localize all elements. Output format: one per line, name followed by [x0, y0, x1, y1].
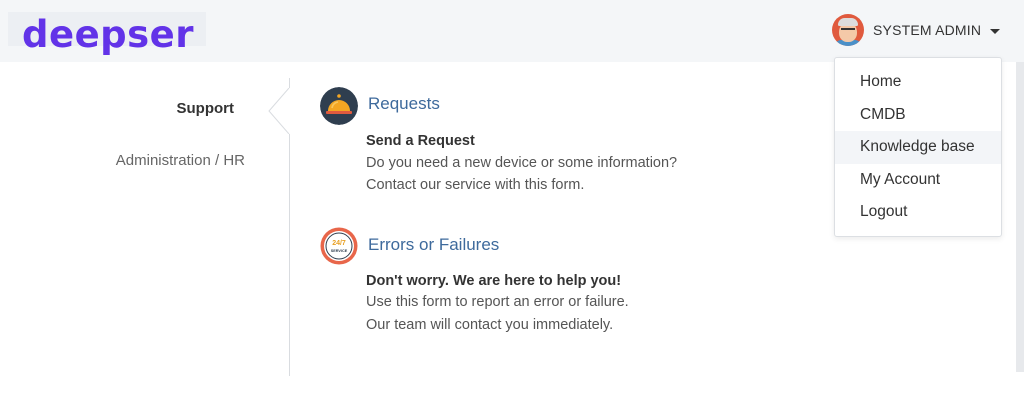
caret-down-icon[interactable] [990, 28, 1001, 34]
menu-item-cmdb[interactable]: CMDB [835, 99, 1001, 132]
service-title-errors-failures[interactable]: Errors or Failures [368, 235, 499, 255]
category-sidebar: Support Administration / HR [0, 62, 290, 414]
menu-item-logout[interactable]: Logout [835, 196, 1001, 229]
deepser-logo[interactable]: deepser [22, 16, 194, 53]
menu-item-home[interactable]: Home [835, 66, 1001, 99]
icon-text-24-7: 24/7 [332, 240, 346, 247]
menu-item-knowledge-base[interactable]: Knowledge base [835, 131, 1001, 164]
user-dropdown-menu: Home CMDB Knowledge base My Account Logo… [834, 57, 1002, 237]
sidebar-item-support[interactable]: Support [177, 100, 235, 117]
service-description-line: Our team will contact you immediately. [366, 317, 614, 333]
24-7-service-icon[interactable]: 24/7 SERVICE [320, 227, 358, 265]
top-bar: deepser SYSTEM ADMIN [0, 0, 1024, 62]
menu-item-my-account[interactable]: My Account [835, 164, 1001, 197]
scrollbar[interactable] [1016, 62, 1024, 372]
service-description-line: Use this form to report an error or fail… [366, 294, 629, 310]
logo-container[interactable]: deepser [8, 12, 206, 53]
service-bell-icon[interactable] [320, 87, 358, 125]
service-description-line: Do you need a new device or some informa… [366, 155, 678, 171]
user-menu-toggle[interactable]: SYSTEM ADMIN [832, 14, 1001, 46]
icon-text-service: SERVICE [331, 249, 348, 253]
service-description-line: Contact our service with this form. [366, 177, 585, 193]
user-name[interactable]: SYSTEM ADMIN [873, 22, 981, 38]
service-subtitle: Send a Request [366, 133, 475, 149]
sidebar-item-administration-hr[interactable]: Administration / HR [116, 152, 245, 169]
service-title-requests[interactable]: Requests [368, 94, 440, 114]
active-indicator-notch [268, 88, 308, 134]
user-avatar[interactable] [832, 14, 864, 46]
service-subtitle: Don't worry. We are here to help you! [366, 273, 622, 289]
